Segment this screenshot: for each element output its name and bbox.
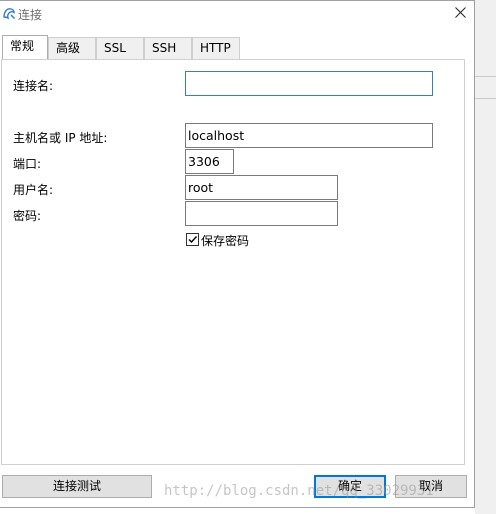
host-input[interactable] [185,123,433,148]
general-tab-panel: 连接名: 主机名或 IP 地址: 端口: 用户名: 密码: 保存密码 [1,59,465,465]
connection-name-input[interactable] [185,71,433,96]
host-label: 主机名或 IP 地址: [13,131,108,145]
title-bar[interactable]: 连接 [0,1,474,29]
background-app-strip [475,0,496,514]
save-password-label[interactable]: 保存密码 [201,232,249,249]
tab-ssh[interactable]: SSH [144,37,192,59]
save-password-checkbox[interactable] [186,233,199,246]
dolphin-app-icon [2,6,16,20]
username-input[interactable] [185,175,338,200]
tab-general[interactable]: 常规 [2,35,48,59]
background-divider [475,98,496,99]
username-label: 用户名: [13,183,54,197]
connection-name-label: 连接名: [13,79,54,93]
port-input[interactable] [185,149,234,174]
tab-http[interactable]: HTTP [192,37,240,59]
window-title: 连接 [18,8,43,22]
connection-dialog: 连接 常规 高级 SSL SSH HTTP 连接名: 主机名或 IP 地址: 端… [0,0,475,508]
close-button[interactable] [448,3,472,25]
screen: 连接 常规 高级 SSL SSH HTTP 连接名: 主机名或 IP 地址: 端… [0,0,496,514]
ok-button[interactable]: 确定 [314,475,386,498]
close-icon [454,7,466,21]
tab-advanced[interactable]: 高级 [48,37,96,59]
port-label: 端口: [13,157,42,171]
password-label: 密码: [13,209,42,223]
background-divider [475,76,496,77]
cancel-button[interactable]: 取消 [395,475,467,498]
checkmark-icon [187,234,198,248]
tab-strip: 常规 高级 SSL SSH HTTP [0,35,474,59]
tab-ssl[interactable]: SSL [96,37,144,59]
test-connection-button[interactable]: 连接测试 [2,475,152,498]
password-input[interactable] [185,201,338,226]
